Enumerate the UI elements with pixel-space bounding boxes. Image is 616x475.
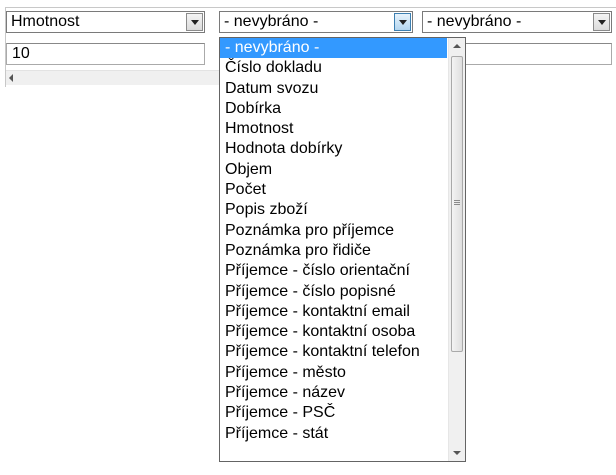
field-dropdown-list[interactable]: - nevybráno - Číslo dokladu Datum svozu Dob…	[219, 37, 466, 462]
chevron-down-icon[interactable]	[186, 13, 203, 31]
stage: Hmotnost - nevybráno - - nevybráno - 10 …	[0, 0, 616, 475]
field-select-1-value: Hmotnost	[11, 13, 80, 30]
dropdown-option[interactable]: Příjemce - PSČ	[220, 403, 447, 423]
dropdown-option[interactable]: - nevybráno -	[220, 38, 447, 59]
dropdown-option[interactable]: Popis zboží	[220, 200, 447, 220]
horizontal-scrollbar[interactable]	[6, 70, 220, 85]
field-select-2-value: - nevybráno -	[224, 13, 319, 30]
dropdown-option[interactable]: Příjemce - číslo popisné	[220, 282, 447, 302]
dropdown-option[interactable]: Příjemce - město	[220, 363, 447, 383]
dropdown-option[interactable]: Příjemce - stát	[220, 424, 447, 444]
field-select-3[interactable]: - nevybráno -	[422, 11, 612, 33]
dropdown-option[interactable]: Datum svozu	[220, 79, 447, 99]
scroll-grip-icon	[454, 200, 460, 201]
dropdown-option[interactable]: Příjemce - kontaktní telefon	[220, 342, 447, 362]
field-select-2[interactable]: - nevybráno -	[219, 11, 413, 33]
chevron-down-icon[interactable]	[394, 13, 411, 31]
dropdown-option[interactable]: Hodnota dobírky	[220, 139, 447, 159]
value-input[interactable]: 10	[6, 43, 205, 65]
dropdown-option[interactable]: Počet	[220, 180, 447, 200]
dropdown-option[interactable]: Příjemce - název	[220, 383, 447, 403]
chevron-down-icon[interactable]	[593, 13, 610, 31]
arrow-up-icon[interactable]	[453, 44, 461, 48]
scroll-grip-icon	[454, 202, 460, 203]
scroll-grip-icon	[454, 204, 460, 205]
dropdown-option[interactable]: Objem	[220, 160, 447, 180]
field-select-1[interactable]: Hmotnost	[6, 11, 205, 33]
scrollbar-thumb[interactable]	[451, 56, 463, 352]
dropdown-option[interactable]: Číslo dokladu	[220, 58, 447, 78]
field-select-3-value: - nevybráno -	[427, 13, 522, 30]
dropdown-option[interactable]: Příjemce - kontaktní email	[220, 302, 447, 322]
vertical-scrollbar[interactable]	[448, 38, 465, 461]
arrow-left-icon[interactable]	[9, 74, 13, 82]
dropdown-option[interactable]: Příjemce - kontaktní osoba	[220, 322, 447, 342]
dropdown-option[interactable]: Poznámka pro řidiče	[220, 241, 447, 261]
dropdown-options: - nevybráno - Číslo dokladu Datum svozu Dob…	[220, 38, 447, 444]
dropdown-option[interactable]: Hmotnost	[220, 119, 447, 139]
dropdown-option[interactable]: Příjemce - číslo orientační	[220, 261, 447, 281]
arrow-down-icon[interactable]	[453, 451, 461, 455]
dropdown-option[interactable]: Poznámka pro příjemce	[220, 221, 447, 241]
dropdown-option[interactable]: Dobírka	[220, 99, 447, 119]
